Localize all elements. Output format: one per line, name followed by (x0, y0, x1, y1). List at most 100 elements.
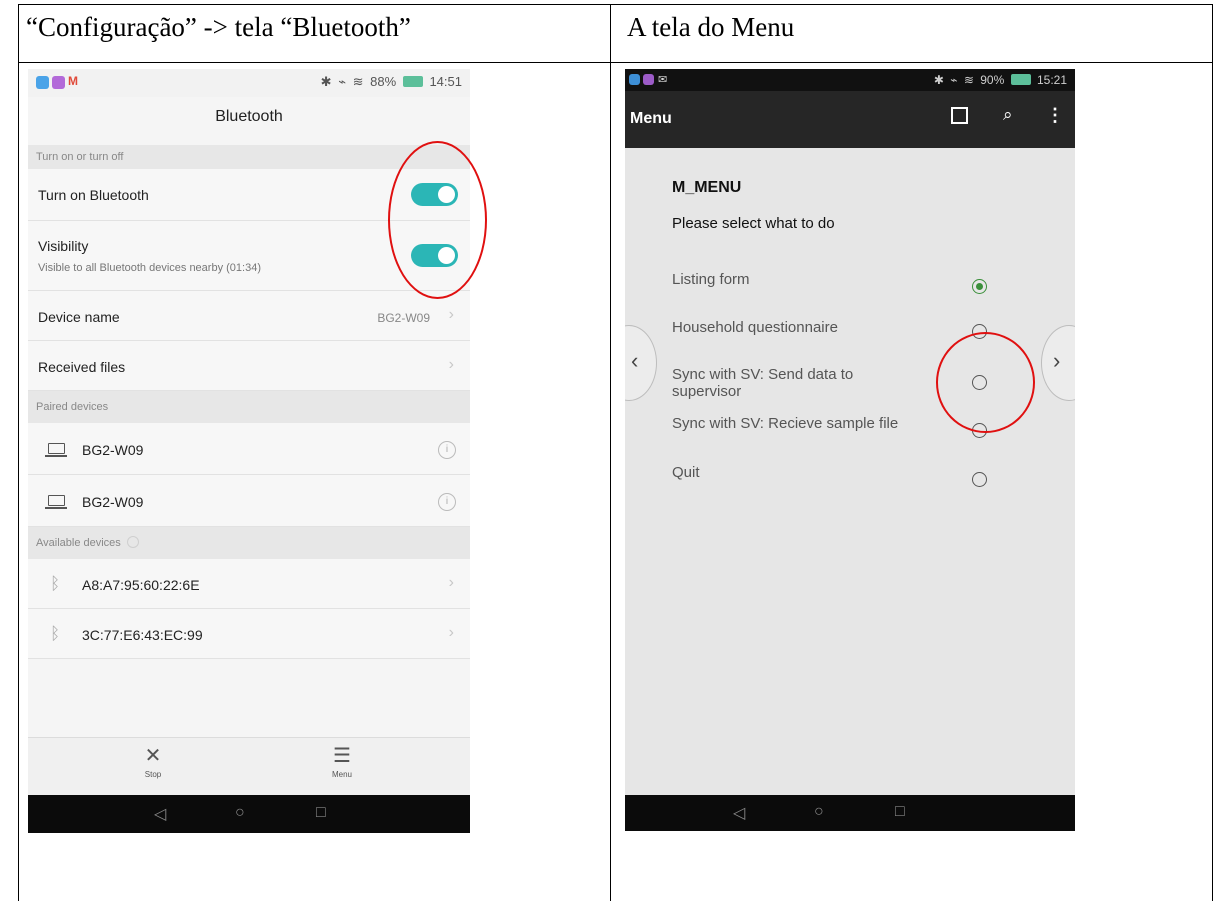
app-notification-icon (36, 76, 49, 89)
signal-icon: ⌁ (950, 73, 958, 87)
option-listing-form[interactable]: Listing form (672, 271, 750, 288)
table-border-middle (610, 4, 611, 901)
info-icon[interactable]: i (438, 493, 456, 511)
battery-level: 88% (370, 74, 397, 89)
available-device-row[interactable]: ᛒ 3C:77:E6:43:EC:99 › (28, 609, 470, 659)
status-bar: ✉ ✱ ⌁ ≋ 90% 15:21 (625, 69, 1075, 91)
clock: 15:21 (1036, 73, 1067, 87)
turn-on-bluetooth-row[interactable]: Turn on Bluetooth (28, 169, 470, 221)
received-files-row[interactable]: Received files › (28, 341, 470, 391)
radio-household-questionnaire[interactable] (972, 324, 987, 339)
previous-page-button[interactable]: ‹ (625, 325, 657, 401)
page-title: Bluetooth (215, 108, 283, 125)
right-column-header: A tela do Menu (627, 12, 795, 42)
wifi-icon: ≋ (963, 73, 974, 87)
device-name-value: BG2-W09 (377, 311, 430, 325)
chevron-right-icon: › (448, 306, 454, 323)
chevron-right-icon: › (1053, 348, 1061, 373)
gmail-icon: M (68, 74, 78, 88)
section-header-available: Available devices (28, 527, 470, 559)
paired-device-row[interactable]: BG2-W09 i (28, 423, 470, 475)
option-sync-send[interactable]: Sync with SV: Send data to supervisor (672, 366, 922, 400)
battery-icon (1010, 74, 1031, 85)
laptop-icon (45, 495, 67, 509)
system-nav-bar: ◁ ○ □ (625, 795, 1075, 831)
option-sync-receive[interactable]: Sync with SV: Recieve sample file (672, 415, 898, 432)
available-device-name: 3C:77:E6:43:EC:99 (82, 627, 203, 643)
device-name-row[interactable]: Device name BG2-W09 › (28, 291, 470, 341)
paired-device-name: BG2-W09 (82, 494, 144, 510)
available-device-row[interactable]: ᛒ A8:A7:95:60:22:6E › (28, 559, 470, 609)
paired-device-row[interactable]: BG2-W09 i (28, 475, 470, 527)
menu-button[interactable]: ☰ Menu (297, 746, 387, 779)
turn-on-bluetooth-label: Turn on Bluetooth (38, 187, 149, 203)
bluetooth-toggle[interactable] (411, 183, 458, 206)
edit-icon[interactable] (951, 107, 968, 124)
visibility-label: Visibility (38, 238, 89, 254)
signal-icon: ⌁ (338, 74, 347, 89)
device-name-label: Device name (38, 309, 120, 325)
app-notification-icon (643, 74, 654, 85)
chevron-right-icon: › (448, 624, 454, 641)
option-household-questionnaire[interactable]: Household questionnaire (672, 319, 838, 336)
available-device-name: A8:A7:95:60:22:6E (82, 577, 200, 593)
bluetooth-screen: M ✱ ⌁ ≋ 88% 14:51 Bluetooth Turn on or t… (28, 69, 470, 833)
radio-sync-send[interactable] (972, 375, 987, 390)
laptop-icon (45, 443, 67, 457)
recents-icon[interactable]: □ (316, 804, 326, 822)
home-icon[interactable]: ○ (235, 804, 245, 822)
hamburger-menu-icon: ☰ (333, 745, 351, 767)
next-page-button[interactable]: › (1041, 325, 1075, 401)
bluetooth-icon: ᛒ (50, 624, 61, 643)
status-indicators: ✱ ⌁ ≋ 90% 15:21 (931, 73, 1067, 87)
mail-icon: ✉ (658, 74, 668, 86)
wifi-icon: ≋ (352, 74, 364, 89)
menu-label: Menu (331, 770, 352, 779)
back-icon[interactable]: ◁ (154, 804, 166, 824)
overflow-menu-icon[interactable]: ⋮ (1046, 105, 1064, 126)
visibility-row[interactable]: Visibility Visible to all Bluetooth devi… (28, 221, 470, 291)
paired-device-name: BG2-W09 (82, 442, 144, 458)
bluetooth-icon: ᛒ (50, 574, 61, 593)
status-indicators: ✱ ⌁ ≋ 88% 14:51 (318, 74, 462, 90)
chevron-left-icon: ‹ (631, 348, 639, 373)
loading-spinner-icon (126, 536, 139, 548)
radio-quit[interactable] (972, 472, 987, 487)
received-files-label: Received files (38, 359, 126, 375)
table-border-left (18, 4, 19, 901)
close-icon: ✕ (144, 745, 162, 767)
bluetooth-status-icon: ✱ (933, 73, 944, 87)
radio-listing-form[interactable] (972, 279, 987, 294)
menu-screen: ✉ ✱ ⌁ ≋ 90% 15:21 Menu ⌕ ⋮ M_MENU Please… (625, 69, 1075, 831)
info-icon[interactable]: i (438, 441, 456, 459)
home-icon[interactable]: ○ (814, 803, 824, 821)
table-border-top (18, 4, 1213, 5)
available-devices-label: Available devices (36, 537, 121, 549)
app-notification-icon (52, 76, 65, 89)
chevron-right-icon: › (448, 356, 454, 373)
recents-icon[interactable]: □ (895, 803, 905, 821)
app-bar-title: Menu (630, 110, 672, 127)
status-bar: M ✱ ⌁ ≋ 88% 14:51 (28, 69, 470, 97)
chevron-right-icon: › (448, 574, 454, 591)
battery-level: 90% (980, 73, 1005, 87)
app-bar: Menu ⌕ ⋮ (625, 91, 1075, 148)
form-heading: M_MENU (672, 179, 742, 196)
battery-icon (402, 76, 423, 87)
radio-sync-receive[interactable] (972, 423, 987, 438)
section-header-paired: Paired devices (28, 391, 470, 423)
form-prompt: Please select what to do (672, 215, 835, 232)
visibility-toggle[interactable] (411, 244, 458, 267)
search-icon[interactable]: ⌕ (1003, 105, 1013, 125)
stop-button[interactable]: ✕ Stop (108, 746, 198, 779)
option-quit[interactable]: Quit (672, 464, 700, 481)
visibility-description: Visible to all Bluetooth devices nearby … (38, 262, 261, 274)
back-icon[interactable]: ◁ (733, 803, 745, 823)
system-nav-bar: ◁ ○ □ (28, 795, 470, 833)
left-column-header: “Configuração” -> tela “Bluetooth” (26, 12, 411, 42)
stop-label: Stop (144, 770, 162, 779)
clock: 14:51 (429, 74, 462, 89)
table-border-header-bottom (18, 62, 1213, 63)
bottom-action-bar: ✕ Stop ☰ Menu (28, 737, 470, 796)
section-header-toggle: Turn on or turn off (28, 145, 470, 169)
